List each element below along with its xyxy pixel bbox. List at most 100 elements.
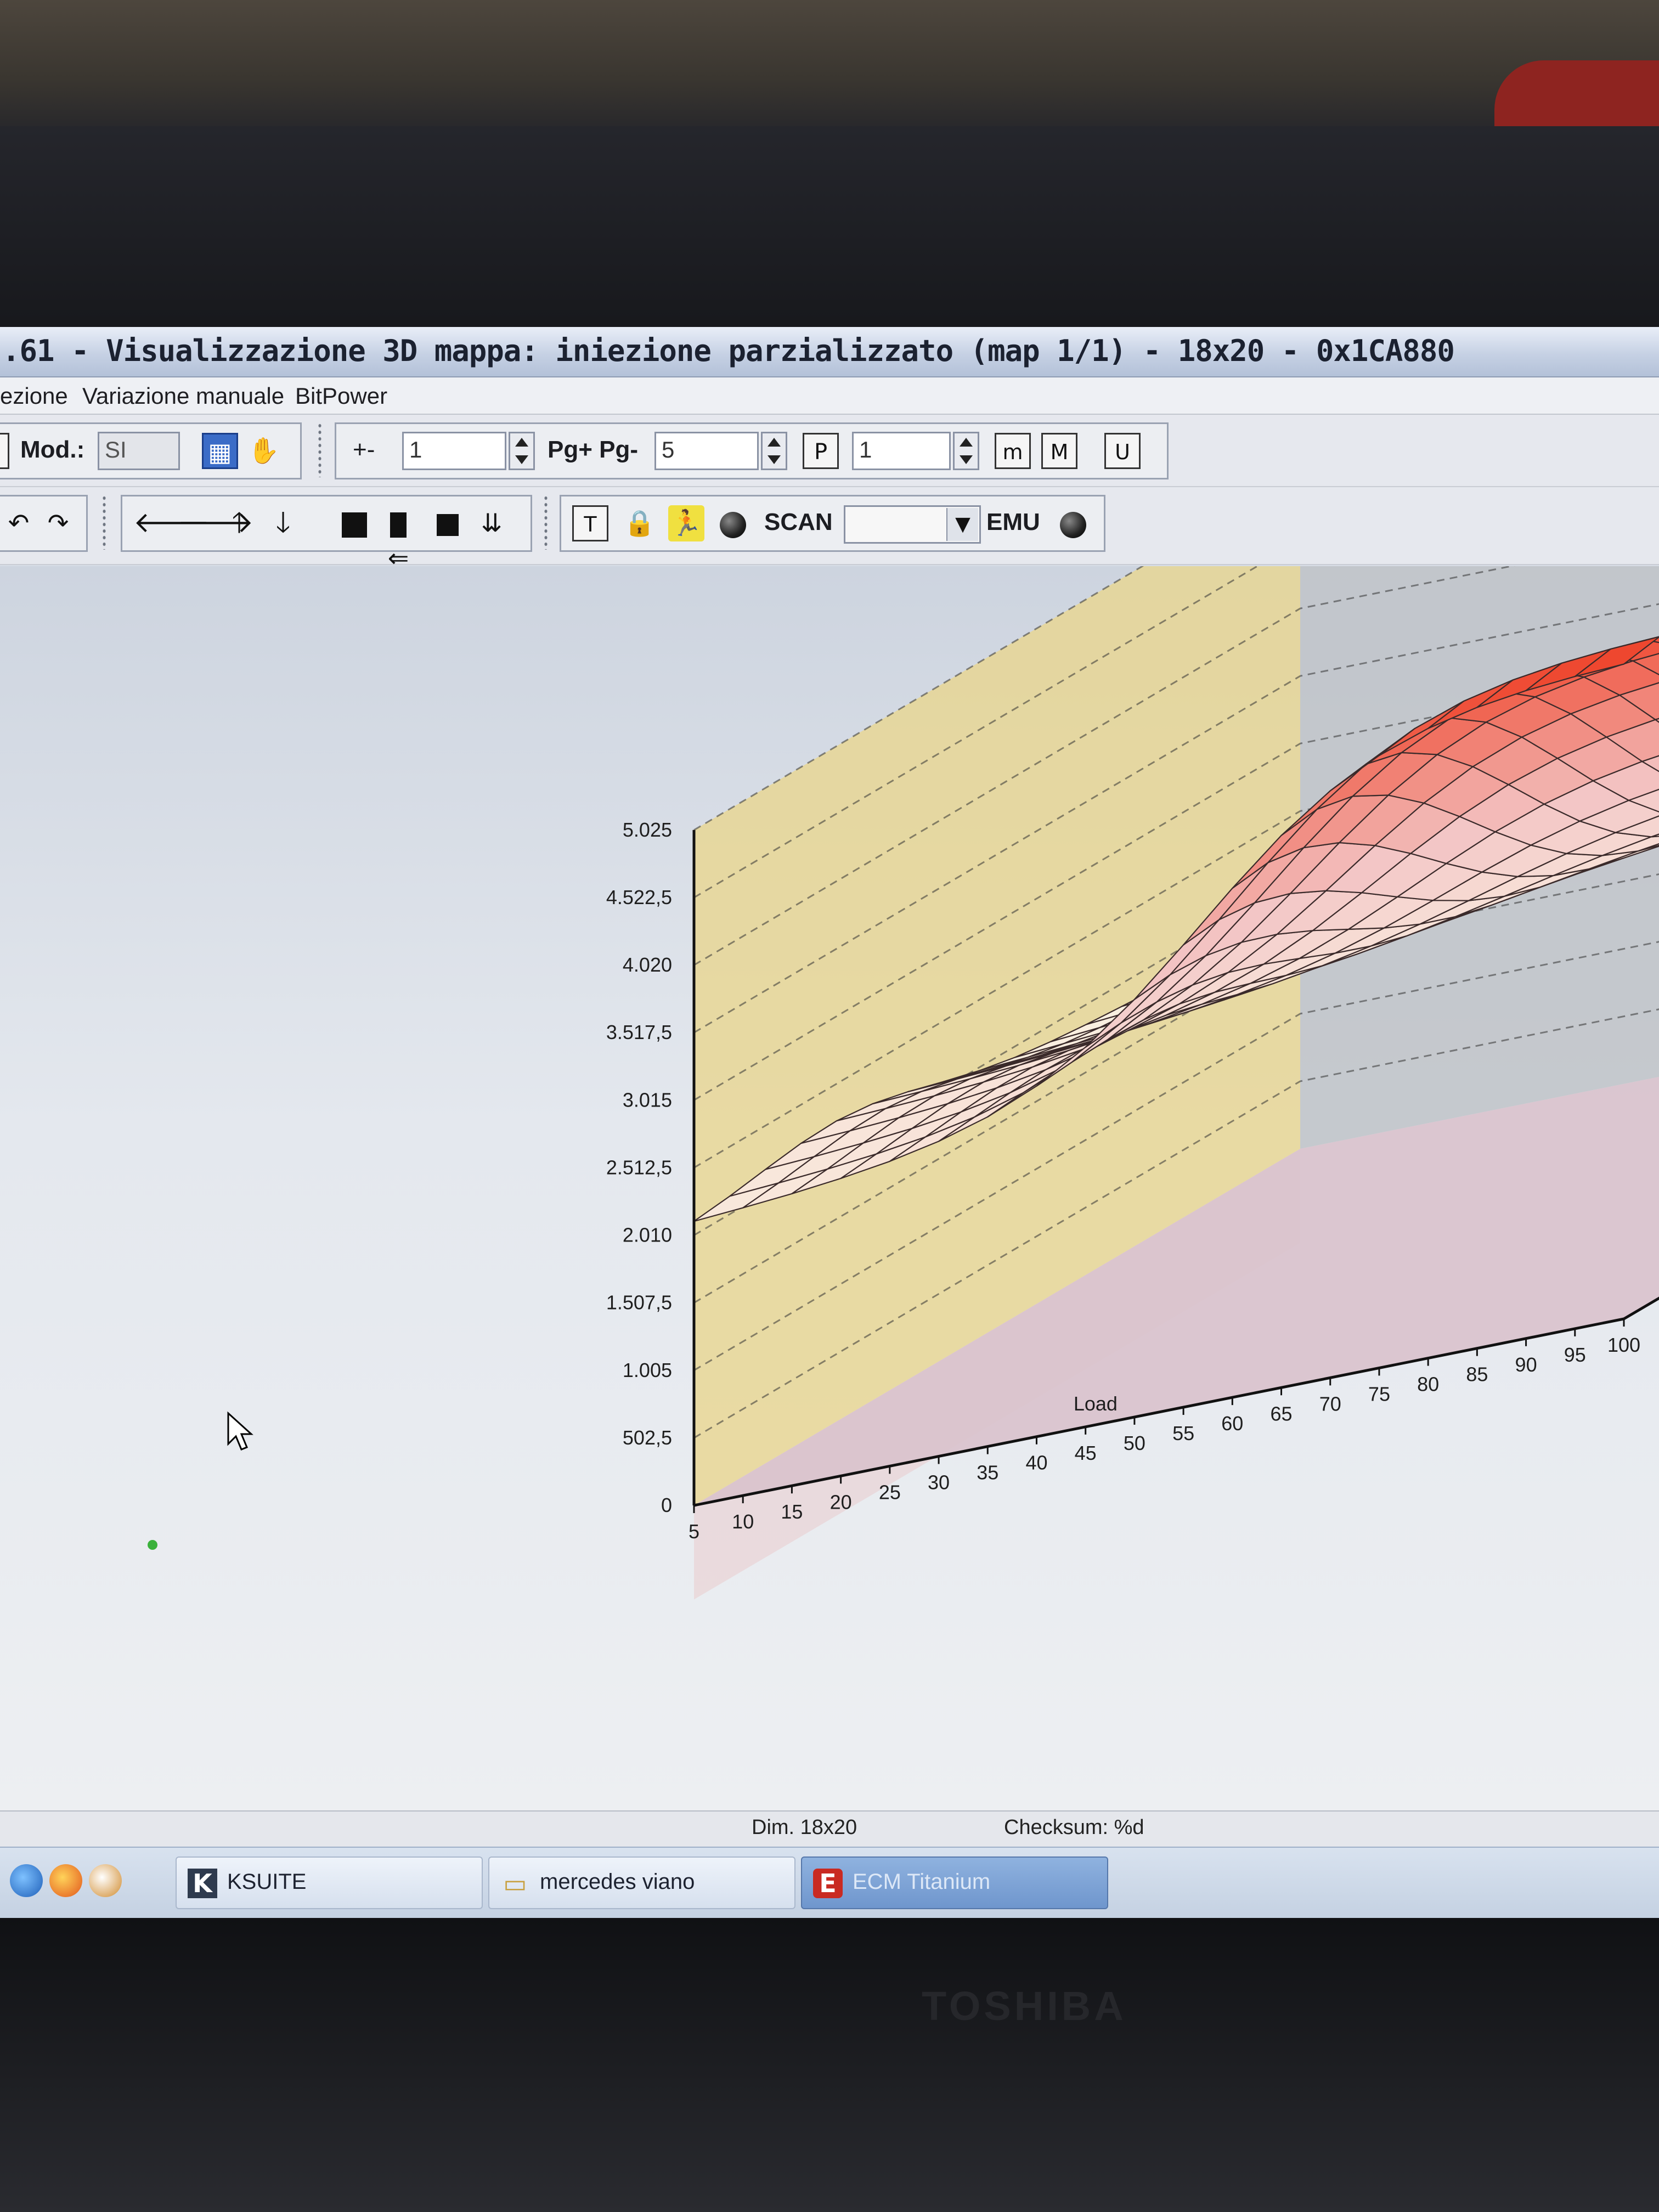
block-insert-icon[interactable]: ⇐ xyxy=(380,505,416,573)
p-field[interactable]: 1 xyxy=(852,432,951,470)
record-icon[interactable] xyxy=(715,505,751,541)
z-tick-label: 0 xyxy=(661,1494,672,1516)
undo-group: ↶ ↷ xyxy=(0,495,88,552)
p-spinner[interactable] xyxy=(953,432,979,470)
menu-item-variazione-manuale[interactable]: Variazione manuale xyxy=(82,383,284,409)
emu-label: EMU xyxy=(986,509,1040,535)
folder-icon: ▭ xyxy=(503,1869,527,1898)
z-tick-label: 2.010 xyxy=(623,1224,672,1246)
load-tick-label: 40 xyxy=(1025,1452,1047,1474)
z-tick-label: 2.512,5 xyxy=(606,1156,672,1178)
step-group: +- 1 Pg+ Pg- 5 P 1 m M U xyxy=(335,422,1169,479)
m-large-icon[interactable]: M xyxy=(1041,433,1077,469)
arrow-up-icon[interactable]: 🡑 xyxy=(221,505,257,541)
menu-item-bitpower[interactable]: BitPower xyxy=(295,383,387,409)
z-tick-label: 1.005 xyxy=(623,1359,672,1381)
run-icon[interactable]: 🏃 xyxy=(668,505,704,541)
taskbar-item-ecm-titanium[interactable]: E ECM Titanium xyxy=(801,1857,1108,1909)
z-tick-label: 3.015 xyxy=(623,1088,672,1111)
taskbar-item-mercedes-viano[interactable]: ▭ mercedes viano xyxy=(488,1857,795,1909)
redo-icon[interactable]: ↷ xyxy=(40,505,76,541)
ie-icon[interactable] xyxy=(10,1864,43,1897)
status-dimensions: Dim. 18x20 xyxy=(752,1816,857,1839)
step-spinner[interactable] xyxy=(509,432,535,470)
status-bar: Dim. 18x20 Checksum: %d xyxy=(0,1810,1659,1847)
load-tick-label: 10 xyxy=(732,1510,754,1533)
status-checksum: Checksum: %d xyxy=(1004,1816,1144,1839)
u-icon[interactable]: U xyxy=(1104,433,1141,469)
load-tick-label: 60 xyxy=(1221,1412,1243,1435)
table-icon[interactable] xyxy=(0,433,9,469)
z-tick-label: 1.507,5 xyxy=(606,1291,672,1314)
menu-item-selezione[interactable]: ezione xyxy=(0,383,68,409)
ecm-titanium-icon: E xyxy=(813,1869,843,1898)
emu-indicator-icon[interactable] xyxy=(1055,505,1091,541)
z-tick-label: 3.517,5 xyxy=(606,1021,672,1043)
z-tick-label: 4.522,5 xyxy=(606,886,672,909)
load-tick-label: 45 xyxy=(1075,1442,1097,1464)
load-tick-label: 50 xyxy=(1124,1432,1146,1454)
cursor-marker xyxy=(148,1540,157,1550)
load-tick-label: 90 xyxy=(1515,1353,1537,1376)
taskbar-label: KSUITE xyxy=(227,1870,307,1894)
z-tick-label: 4.020 xyxy=(623,953,672,976)
arrow-right-icon[interactable]: 🡒 xyxy=(177,505,253,541)
menu-bar: ezione Variazione manuale BitPower xyxy=(0,377,1659,415)
title-bar[interactable]: .61 - Visualizzazione 3D mappa: iniezion… xyxy=(0,327,1659,377)
laptop-bezel-bottom: TOSHIBA xyxy=(0,1918,1659,2212)
chevron-down-icon[interactable]: ▼ xyxy=(946,508,978,541)
z-tick-label: 5.025 xyxy=(623,819,672,841)
toolbar-grip[interactable] xyxy=(101,495,107,550)
page-field[interactable]: 5 xyxy=(654,432,759,470)
arrow-down-icon[interactable]: 🡓 xyxy=(265,505,301,541)
scan-label: SCAN xyxy=(764,509,833,535)
step-field[interactable]: 1 xyxy=(402,432,506,470)
taskbar: K KSUITE ▭ mercedes viano E ECM Titanium xyxy=(0,1847,1659,1918)
ksuite-icon: K xyxy=(188,1869,217,1898)
toolbar-grip[interactable] xyxy=(317,422,323,477)
grid-icon[interactable]: T xyxy=(572,505,608,541)
page-label: Pg+ Pg- xyxy=(548,436,639,463)
page-spinner[interactable] xyxy=(761,432,787,470)
block-stack-icon[interactable]: ⇊ xyxy=(473,505,510,541)
navigation-group: 🡐 🡒 🡑 🡓 ⇐ ⇊ xyxy=(121,495,532,573)
p-icon[interactable]: P xyxy=(803,433,839,469)
lock-icon[interactable]: 🔒 xyxy=(622,505,658,541)
taskbar-label: mercedes viano xyxy=(540,1870,695,1894)
plot-area[interactable]: 0 502,5 1.005 1.507,5 2.010 2.512,5 3.015 3.517… xyxy=(0,566,1659,1810)
load-tick-label: 65 xyxy=(1271,1402,1293,1425)
table-view-icon[interactable]: ▦ xyxy=(202,433,238,469)
m-small-icon[interactable]: m xyxy=(995,433,1031,469)
load-tick-label: 15 xyxy=(781,1500,803,1523)
undo-icon[interactable]: ↶ xyxy=(1,505,37,541)
load-tick-label: 55 xyxy=(1172,1422,1194,1444)
load-axis-title: Load xyxy=(1074,1392,1118,1415)
taskbar-item-ksuite[interactable]: K KSUITE xyxy=(176,1857,483,1909)
arrow-left-icon[interactable]: 🡐 xyxy=(133,505,210,541)
load-tick-label: 80 xyxy=(1417,1373,1439,1396)
block-small-icon[interactable] xyxy=(430,505,466,541)
load-tick-label: 85 xyxy=(1466,1363,1488,1386)
load-tick-label: 25 xyxy=(879,1481,901,1503)
taskbar-label: ECM Titanium xyxy=(853,1870,991,1894)
toolbar-grip[interactable] xyxy=(543,495,549,550)
laptop-bezel-top xyxy=(0,126,1659,335)
load-tick-label: 100 xyxy=(1607,1334,1640,1356)
brand-logo: TOSHIBA xyxy=(922,1983,1127,2029)
toolbar-row-1: Mod.: SI ▦ ✋ +- 1 Pg+ Pg- 5 P 1 m M U xyxy=(0,415,1659,487)
hand-icon[interactable]: ✋ xyxy=(246,433,282,469)
photo-background xyxy=(0,0,1659,143)
step-label: +- xyxy=(353,436,375,463)
surface-chart[interactable]: 0 502,5 1.005 1.507,5 2.010 2.512,5 3.015 3.517… xyxy=(0,566,1659,1810)
block-icon[interactable] xyxy=(336,505,373,541)
load-tick-label: 35 xyxy=(977,1462,998,1484)
scan-select[interactable]: ▼ xyxy=(844,505,981,544)
mouse-cursor-icon xyxy=(227,1411,253,1451)
load-tick-label: 95 xyxy=(1564,1344,1586,1366)
media-player-icon[interactable] xyxy=(89,1864,122,1897)
mod-field[interactable]: SI xyxy=(98,432,180,470)
firefox-icon[interactable] xyxy=(49,1864,82,1897)
load-tick-label: 70 xyxy=(1319,1392,1341,1415)
load-tick-label: 30 xyxy=(928,1471,950,1494)
toolbar-row-2: ↶ ↷ 🡐 🡒 🡑 🡓 ⇐ ⇊ T 🔒 🏃 SCAN ▼ EMU xyxy=(0,487,1659,573)
